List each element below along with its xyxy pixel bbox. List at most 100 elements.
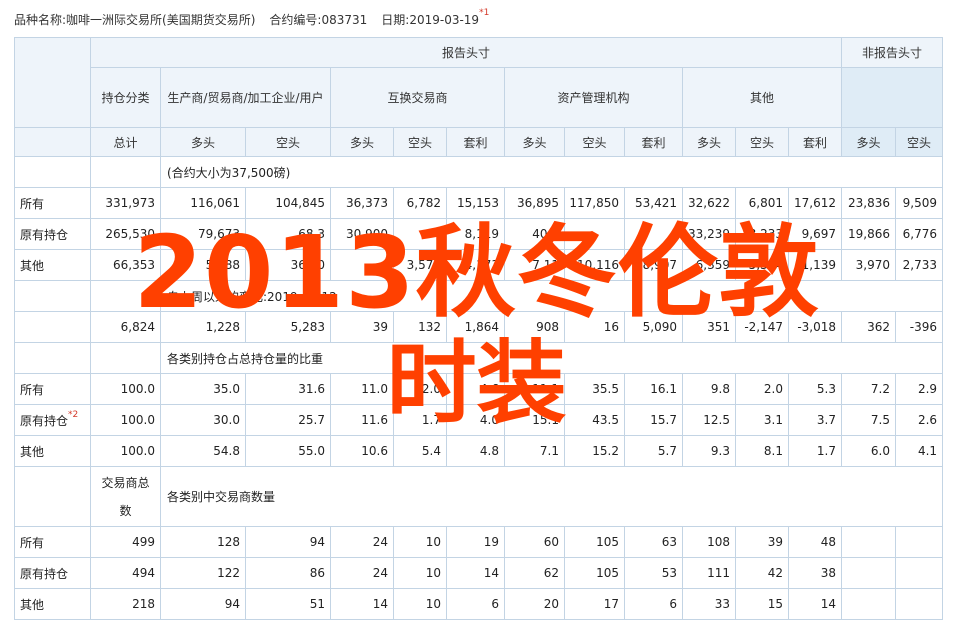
- cell: 218: [90, 588, 161, 620]
- cell: 6: [624, 588, 683, 620]
- cell: 8,907: [624, 249, 683, 281]
- cell: 1.7: [393, 404, 447, 436]
- cell: 11.6: [330, 404, 394, 436]
- cell: 7,11: [504, 249, 565, 281]
- col-other-long: 多头: [682, 127, 736, 157]
- cell: 331,973: [90, 187, 161, 219]
- cell: 51: [245, 588, 331, 620]
- section-title-changes: 自上周以来的变化:2019-03-12: [159, 280, 944, 312]
- cell: 12.5: [682, 404, 736, 436]
- cell: 108: [682, 526, 736, 558]
- cell: 30,900: [330, 218, 394, 250]
- blank-cell: [14, 342, 91, 374]
- cell: [330, 249, 394, 281]
- cell: 100.0: [90, 404, 161, 436]
- cell: 265,530: [90, 218, 161, 250]
- cell: 66,353: [90, 249, 161, 281]
- cell: 9.8: [682, 373, 736, 405]
- col-nonrep-long: 多头: [841, 127, 897, 157]
- cell: 42: [735, 557, 789, 589]
- cell: 43.5: [564, 404, 625, 436]
- cell: 53,421: [624, 187, 683, 219]
- blank-cell: [90, 342, 161, 374]
- cell: 35.0: [160, 373, 246, 405]
- cell: 2.6: [895, 404, 944, 436]
- cell: 7.5: [841, 404, 897, 436]
- cell: 100.0: [90, 373, 161, 405]
- cell: 19,866: [841, 218, 897, 250]
- cell: 39: [735, 526, 789, 558]
- cell: -2,147: [735, 311, 789, 343]
- cell: 36,50: [245, 249, 331, 281]
- col-producer-short: 空头: [245, 127, 331, 157]
- cell: -396: [895, 311, 944, 343]
- blank-cell: [14, 127, 91, 157]
- cell: 38: [787, 557, 843, 589]
- cell: 6,359: [682, 249, 736, 281]
- cell: 1,139: [787, 249, 843, 281]
- cell: 68,3: [245, 218, 331, 250]
- cell: 5.7: [624, 435, 683, 467]
- table-row: 原有持仓 265,530 79,673 68,3 30,900 8,119 40…: [14, 218, 944, 250]
- blank-cell: [90, 156, 161, 188]
- cell: 9,697: [787, 218, 843, 250]
- cell: 35.5: [564, 373, 625, 405]
- note-marker-2[interactable]: *2: [68, 410, 78, 420]
- cell: 2.9: [895, 373, 944, 405]
- col-swap-short: 空头: [393, 127, 447, 157]
- cell: 116,061: [160, 187, 246, 219]
- cell: 105: [564, 557, 625, 589]
- cell: 2,733: [895, 249, 944, 281]
- cell: [895, 526, 944, 558]
- row-label: 所有: [14, 187, 91, 219]
- cell: 6: [446, 588, 505, 620]
- cell: 16.1: [624, 373, 683, 405]
- cell: 128: [160, 526, 246, 558]
- section-title-percent: 各类别持仓占总持仓量的比重: [159, 342, 944, 374]
- cell: 6,801: [735, 187, 789, 219]
- cell: 1,864: [446, 311, 505, 343]
- cell: 79,673: [160, 218, 246, 250]
- table-row: 所有 331,973 116,061 104,845 36,373 6,782 …: [14, 187, 944, 219]
- cell: 3,570: [393, 249, 447, 281]
- row-label: 原有持仓: [14, 557, 91, 589]
- cell: 5,090: [624, 311, 683, 343]
- blank-cell: [90, 280, 161, 312]
- cell: 15,153: [446, 187, 505, 219]
- holding-class-header: 持仓分类: [90, 67, 161, 128]
- cell: 3,970: [841, 249, 897, 281]
- col-mm-short: 空头: [564, 127, 625, 157]
- col-other-spread: 套利: [787, 127, 843, 157]
- cell: [841, 588, 897, 620]
- cell: 4,173: [446, 249, 505, 281]
- cell: 10.6: [330, 435, 394, 467]
- note-marker-1[interactable]: *1: [479, 8, 489, 18]
- cell: 19: [446, 526, 505, 558]
- row-label: 原有持仓*2: [14, 404, 91, 436]
- traders-total-header: 交易商总数: [90, 466, 161, 527]
- row-label: 所有: [14, 373, 91, 405]
- cell: 4.8: [446, 435, 505, 467]
- cell: 15: [735, 588, 789, 620]
- cell: 17,612: [787, 187, 843, 219]
- col-swap-spread: 套利: [446, 127, 505, 157]
- cell: 8,233: [735, 218, 789, 250]
- cell: 10: [393, 526, 447, 558]
- cell: 31.6: [245, 373, 331, 405]
- cell: 351: [682, 311, 736, 343]
- cell: 36,895: [504, 187, 565, 219]
- table-row: 所有 499 128 94 24 10 19 60 105 63 108 39 …: [14, 526, 944, 558]
- cell: 122: [160, 557, 246, 589]
- producer-header: 生产商/贸易商/加工企业/用户: [160, 67, 331, 128]
- cell: 40,1: [504, 218, 565, 250]
- cell: 94: [160, 588, 246, 620]
- cell: 105: [564, 526, 625, 558]
- date-label: 日期:2019-03-19: [381, 13, 480, 27]
- cell: 62: [504, 557, 565, 589]
- cell: 14: [330, 588, 394, 620]
- cell: 7.2: [841, 373, 897, 405]
- col-total: 总计: [90, 127, 161, 157]
- cell: 10: [393, 588, 447, 620]
- cell: 7.1: [504, 435, 565, 467]
- col-swap-long: 多头: [330, 127, 394, 157]
